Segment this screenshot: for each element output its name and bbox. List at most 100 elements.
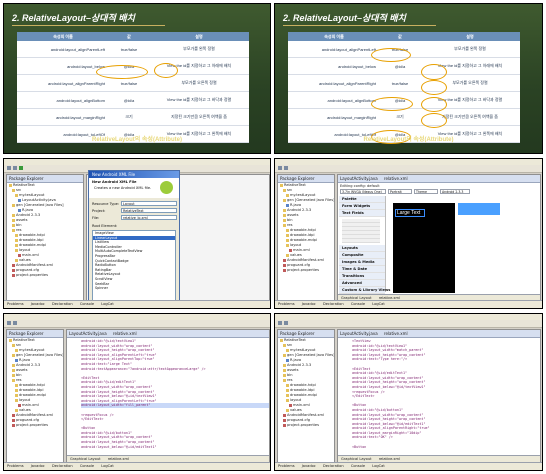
save-icon[interactable]: [284, 166, 288, 170]
xml-file-icon: [283, 413, 286, 417]
tree-item[interactable]: project.properties: [7, 423, 63, 428]
android-logo-icon: [160, 181, 173, 194]
code-block[interactable]: android:id="@+id/textView1" android:layo…: [67, 338, 269, 449]
tab-javadoc[interactable]: Javadoc: [31, 464, 45, 468]
ide-screenshot-new-xml: Package Explorer RelativeText src my.tes…: [3, 158, 271, 309]
palette-group-text-fields[interactable]: Text Fields: [339, 210, 385, 217]
library-icon: [283, 208, 286, 212]
layout-canvas[interactable]: Large Text: [393, 203, 455, 293]
tab-declaration[interactable]: Declaration: [323, 464, 344, 468]
api-select[interactable]: Android 2.3.3: [440, 189, 470, 194]
palette-group-advanced[interactable]: Advanced: [339, 280, 385, 287]
xml-file-icon: [18, 403, 21, 407]
tab-console[interactable]: Console: [351, 464, 365, 468]
run-icon[interactable]: [19, 166, 23, 170]
folder-icon: [9, 338, 12, 342]
tab-problems[interactable]: Problems: [278, 464, 295, 468]
tab-problems[interactable]: Problems: [7, 302, 24, 306]
palette-group-form-widgets[interactable]: Form Widgets: [339, 203, 385, 210]
xml-file-icon: [289, 248, 292, 252]
file-icon: [283, 268, 286, 272]
folder-icon: [15, 408, 18, 412]
java-file-icon: [286, 358, 289, 362]
palette-group-composite[interactable]: Composite: [339, 252, 385, 259]
tree-item[interactable]: project.properties: [278, 423, 334, 428]
resource-type-select[interactable]: Layout: [121, 201, 177, 206]
folder-icon: [286, 253, 289, 257]
save-icon[interactable]: [13, 166, 17, 170]
new-icon[interactable]: [7, 321, 11, 325]
project-select[interactable]: RelativeText: [121, 208, 177, 213]
table-row: android:layout_alignParentLeft true/false…: [17, 41, 249, 58]
folder-icon: [283, 373, 286, 377]
tab-relative-xml[interactable]: relative.xml: [384, 176, 408, 181]
palette-group-images-media[interactable]: Images & Media: [339, 259, 385, 266]
tab-logcat[interactable]: LogCat: [101, 464, 114, 468]
root-element-list[interactable]: ImageView LinearLayout ListView MediaCon…: [92, 230, 176, 302]
orientation-select[interactable]: Portrait: [388, 189, 412, 194]
folder-icon: [286, 388, 289, 392]
attr-name: android:layout_alignParentRight: [288, 74, 380, 92]
tab-javadoc[interactable]: Javadoc: [31, 302, 45, 306]
tab-problems[interactable]: Problems: [278, 302, 295, 306]
device-select[interactable]: 3.7in WVGA (Nexus One): [340, 189, 386, 194]
new-icon[interactable]: [278, 166, 282, 170]
highlight-circle: [96, 65, 148, 79]
tab-relative-xml[interactable]: relative.xml: [384, 331, 408, 336]
tab-logcat[interactable]: LogCat: [101, 302, 114, 306]
xml-editor[interactable]: LayoutActivity.java relative.xml <TextVi…: [337, 329, 541, 463]
tab-xml-source[interactable]: relative.xml: [379, 457, 400, 461]
highlight-circle: [421, 64, 447, 80]
tab-logcat[interactable]: LogCat: [372, 464, 385, 468]
tab-console[interactable]: Console: [80, 464, 94, 468]
folder-icon: [12, 203, 15, 207]
file-icon: [283, 418, 286, 422]
xml-editor[interactable]: LayoutActivity.java relative.xml android…: [66, 329, 270, 463]
widget-list[interactable]: [342, 219, 380, 243]
new-icon[interactable]: [278, 321, 282, 325]
tab-console[interactable]: Console: [80, 302, 94, 306]
palette-group-layouts[interactable]: Layouts: [339, 245, 385, 252]
theme-select[interactable]: Theme: [414, 189, 438, 194]
palette-group-time-date[interactable]: Time & Date: [339, 266, 385, 273]
tab-logcat[interactable]: LogCat: [372, 302, 385, 306]
folder-icon: [15, 388, 18, 392]
save-icon[interactable]: [284, 321, 288, 325]
package-icon: [15, 193, 18, 197]
slide-caption: RelativeLayout의 속성(Attribute): [363, 137, 454, 143]
tab-layout-activity-java[interactable]: LayoutActivity.java: [340, 331, 378, 336]
toolbar: [275, 320, 542, 328]
list-item[interactable]: Spinner: [93, 286, 175, 291]
toolbar: [4, 320, 270, 328]
tab-relative-xml[interactable]: relative.xml: [113, 331, 137, 336]
tab-javadoc[interactable]: Javadoc: [302, 464, 316, 468]
tab-problems[interactable]: Problems: [7, 464, 24, 468]
slide-caption: RelativeLayout의 속성(Attribute): [92, 137, 182, 143]
tab-layout-activity-java[interactable]: LayoutActivity.java: [69, 331, 107, 336]
tab-graphical-layout[interactable]: Graphical Layout: [341, 457, 372, 461]
attr-desc: View the id를 지정하고 그 바닥과 정렬: [148, 91, 249, 109]
tree-item[interactable]: project.properties: [278, 268, 334, 273]
tab-declaration[interactable]: Declaration: [52, 464, 73, 468]
tab-layout-activity-java[interactable]: LayoutActivity.java: [340, 176, 378, 181]
dialog-subtitle: New Android XML File: [92, 180, 137, 184]
tree-item[interactable]: project.properties: [7, 273, 83, 278]
tab-declaration[interactable]: Declaration: [323, 302, 344, 306]
bottom-tabs: Problems Javadoc Declaration Console Log…: [275, 462, 542, 470]
tab-graphical-layout[interactable]: Graphical Layout: [70, 457, 101, 461]
palette-group-transitions[interactable]: Transitions: [339, 273, 385, 280]
file-name-input[interactable]: relative_lo.xml: [121, 215, 177, 220]
tab-declaration[interactable]: Declaration: [52, 302, 73, 306]
dialog-description: Creates a new Android XML file.: [94, 186, 152, 190]
save-icon[interactable]: [13, 321, 17, 325]
canvas-large-text[interactable]: Large Text: [397, 210, 420, 216]
code-block[interactable]: <TextView android:id="@+id/textView1" an…: [338, 338, 540, 449]
folder-icon: [286, 243, 289, 247]
project-label: Project:: [92, 209, 106, 213]
slide-panel-left: 2. RelativeLayout–상대적 배치 속성의 이름 값 설명 and…: [3, 3, 271, 154]
new-icon[interactable]: [7, 166, 11, 170]
tab-javadoc[interactable]: Javadoc: [302, 302, 316, 306]
tab-console[interactable]: Console: [351, 302, 365, 306]
palette-group-custom-views[interactable]: Custom & Library Views: [339, 287, 390, 294]
tab-xml-source[interactable]: relative.xml: [108, 457, 129, 461]
